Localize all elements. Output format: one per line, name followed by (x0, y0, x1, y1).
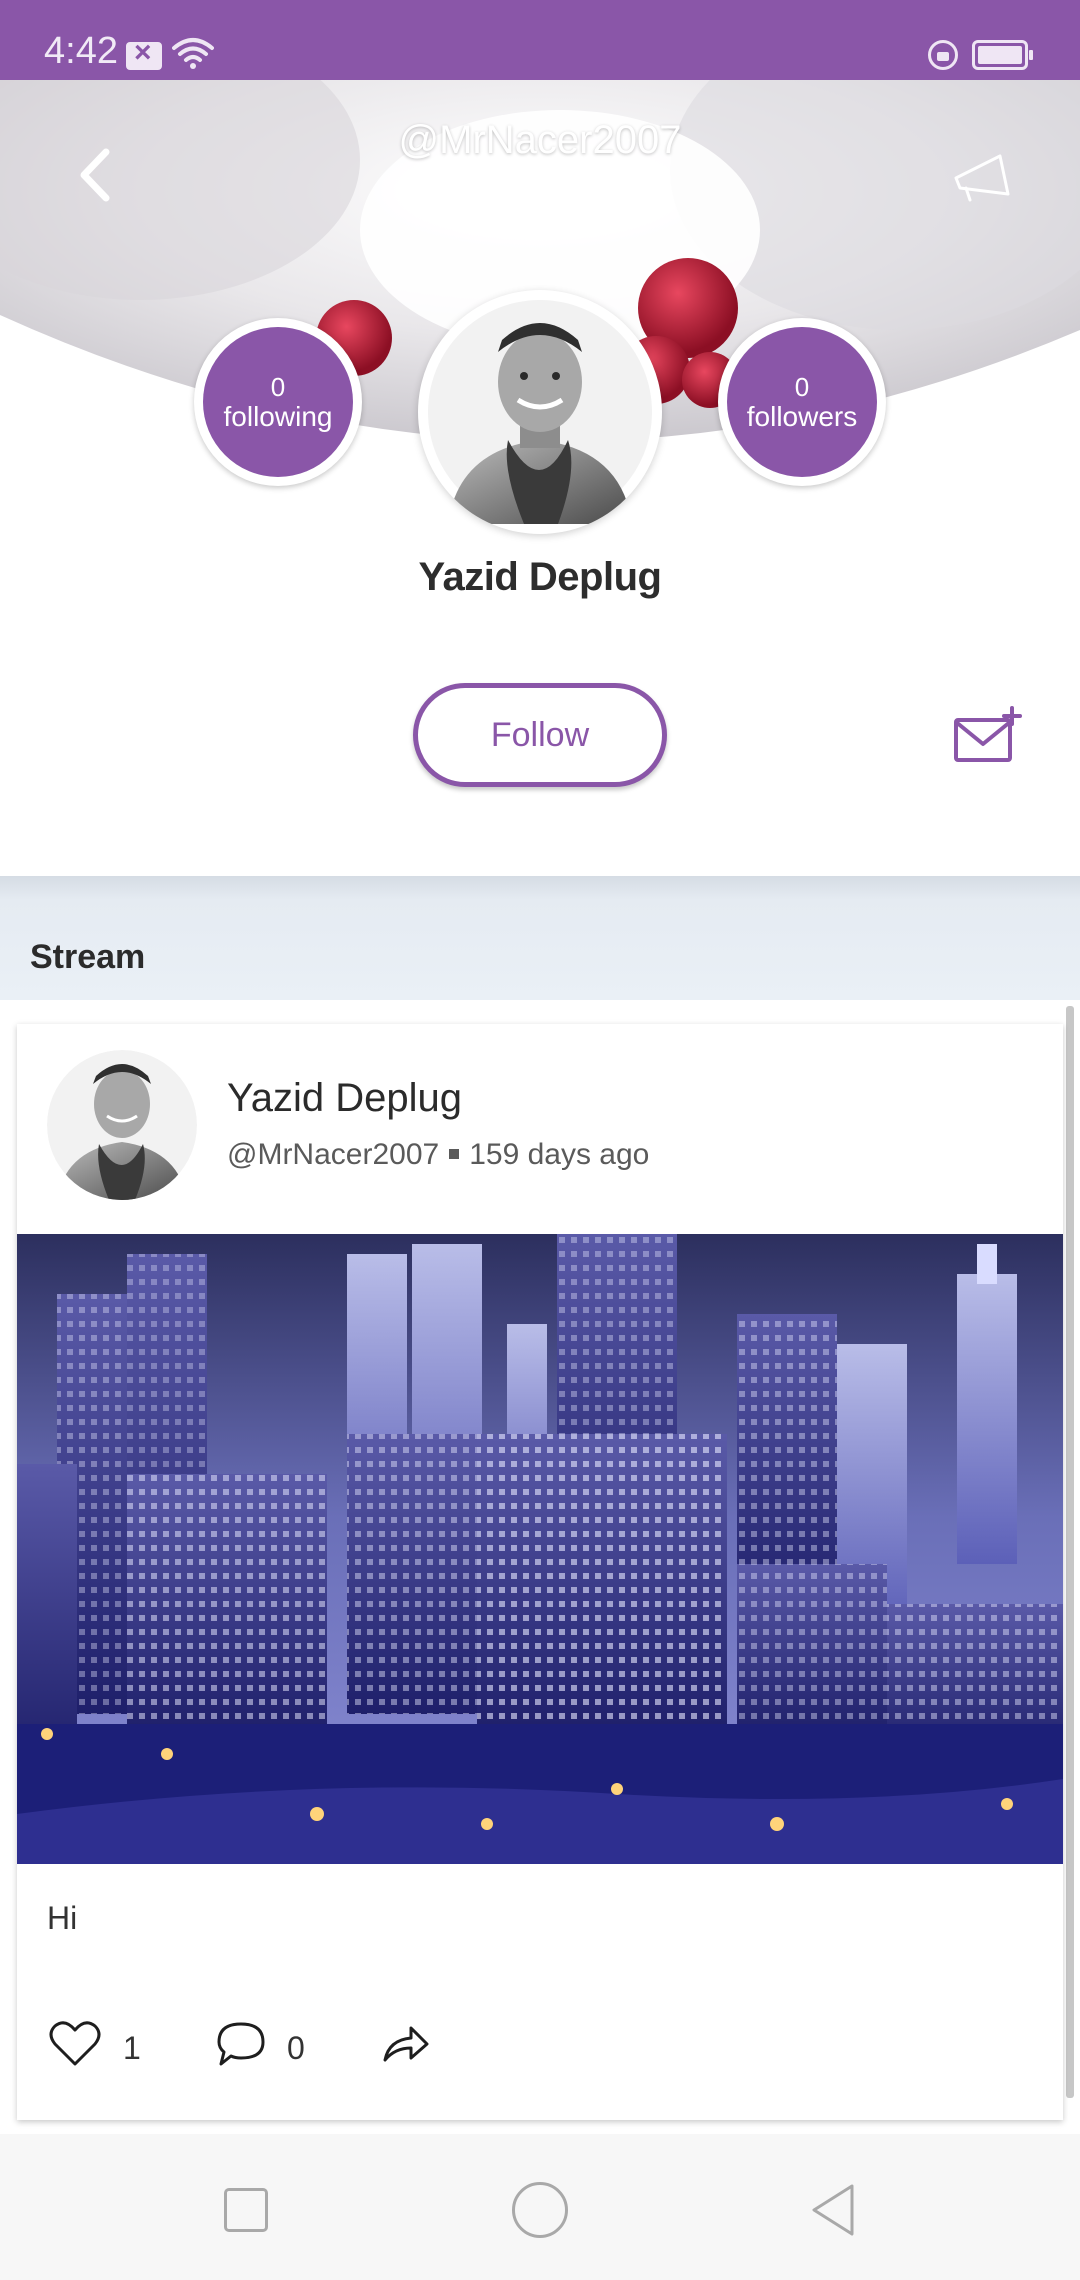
home-icon[interactable] (512, 2182, 568, 2238)
post-handle[interactable]: @MrNacer2007 (227, 1138, 439, 1171)
stream-section: Stream (0, 876, 1080, 1000)
heart-outline-icon[interactable] (49, 2020, 101, 2068)
like-count: 1 (123, 2030, 141, 2066)
following-label: following (223, 401, 333, 432)
profile-avatar (418, 290, 662, 534)
wifi-icon (172, 38, 214, 69)
following-count: 0 (270, 372, 286, 402)
megaphone-outline-icon[interactable] (950, 148, 1014, 206)
recent-apps-icon[interactable] (224, 2188, 268, 2232)
post-actions: 1 0 (17, 2014, 1063, 2084)
profile-name: Yazid Deplug (418, 555, 662, 599)
share-arrow-icon[interactable] (381, 2024, 431, 2064)
post-text: Hi (47, 1900, 78, 1936)
speech-bubble-icon[interactable] (215, 2020, 267, 2068)
battery-icon (972, 40, 1033, 70)
post-time: 159 days ago (469, 1138, 650, 1171)
followers-stat[interactable]: 0 followers (718, 318, 886, 486)
followers-badge: 0 followers (727, 327, 877, 477)
back-triangle-icon[interactable] (808, 2182, 858, 2238)
followers-label: followers (746, 401, 858, 432)
post-card[interactable]: Yazid Deplug @MrNacer2007 159 days ago H… (17, 1024, 1063, 2120)
post-meta: @MrNacer2007 159 days ago (227, 1138, 649, 1172)
followers-count: 0 (794, 372, 810, 402)
comment-count: 0 (287, 2030, 305, 2066)
sim-x-icon (126, 36, 162, 70)
status-bar: 4:42 (0, 0, 1080, 80)
stream-title: Stream (30, 938, 146, 976)
system-nav-bar (0, 2134, 1080, 2280)
avatar-portrait (428, 300, 652, 524)
following-stat[interactable]: 0 following (194, 318, 362, 486)
post-avatar-portrait (47, 1050, 197, 1200)
post-author-name[interactable]: Yazid Deplug (227, 1076, 462, 1121)
post-image[interactable] (17, 1234, 1063, 1864)
status-time: 4:42 (44, 30, 118, 72)
scrollbar[interactable] (1066, 1006, 1074, 2098)
header-handle: @MrNacer2007 (398, 118, 682, 162)
city-skyline-image (17, 1234, 1063, 1864)
mail-plus-icon[interactable] (952, 706, 1022, 766)
following-badge: 0 following (203, 327, 353, 477)
stream-feed: Yazid Deplug @MrNacer2007 159 days ago H… (0, 1000, 1080, 2134)
follow-button[interactable]: Follow (413, 683, 667, 787)
screen-lock-icon (928, 40, 958, 70)
meta-separator (449, 1148, 460, 1159)
back-button[interactable] (66, 140, 130, 210)
post-author-avatar[interactable] (47, 1050, 197, 1200)
